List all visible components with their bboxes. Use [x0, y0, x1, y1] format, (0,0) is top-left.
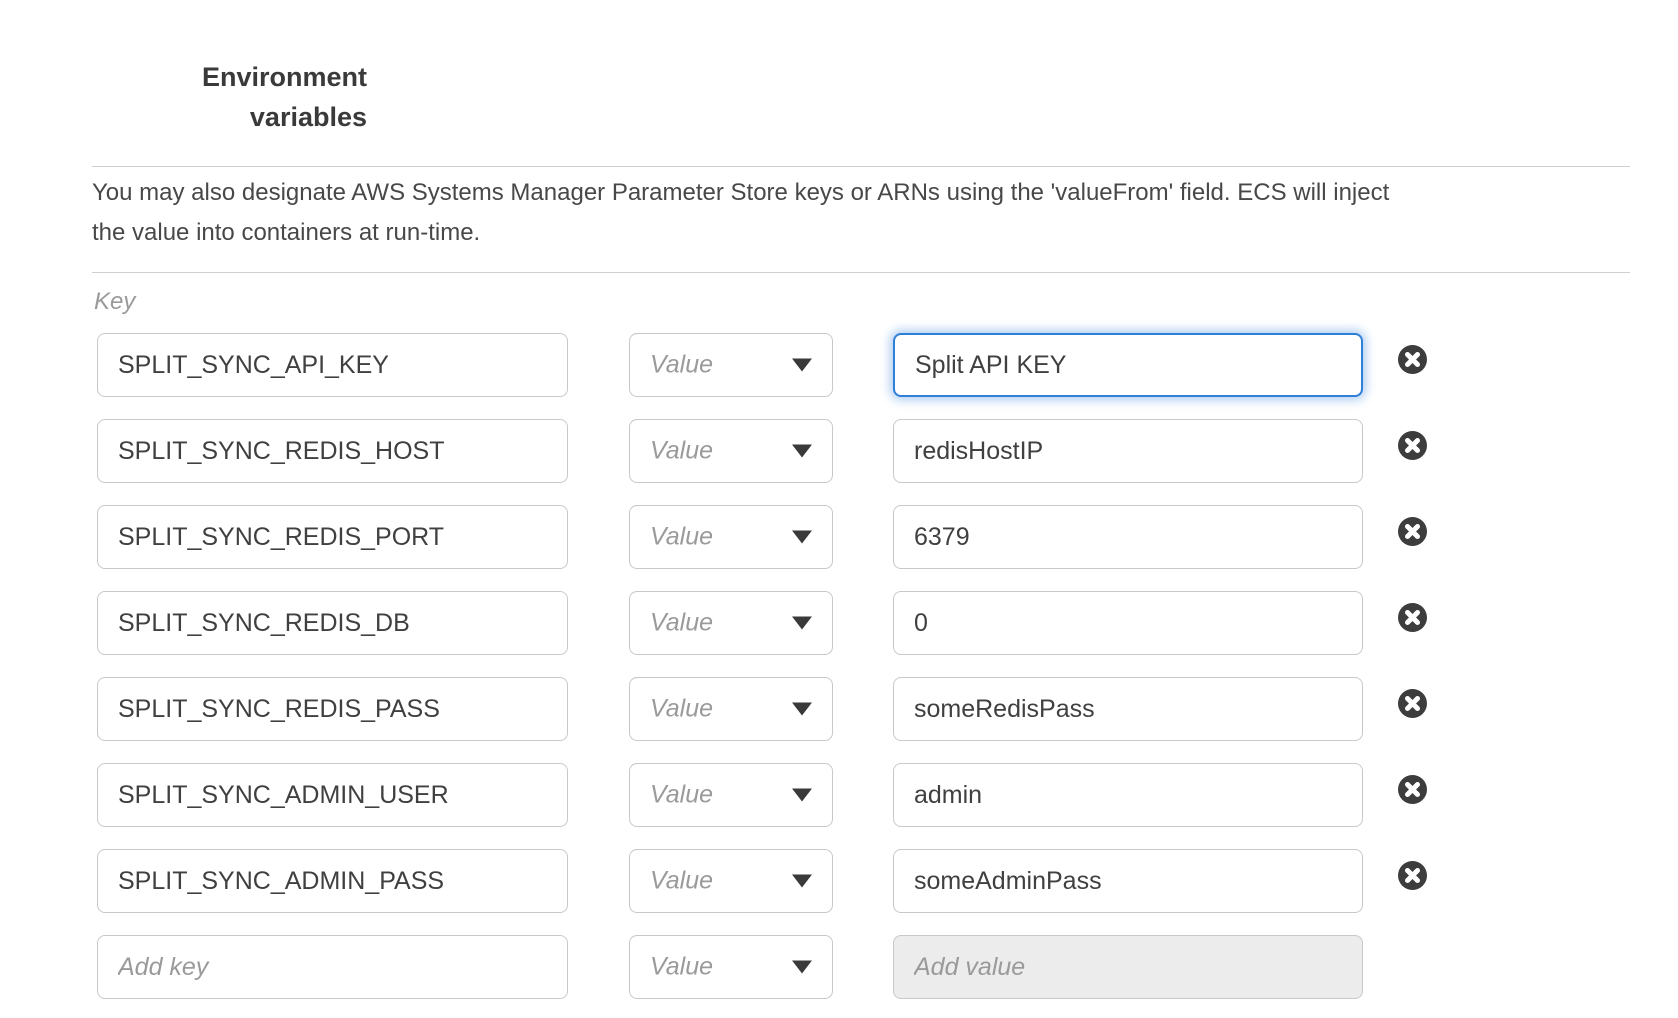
- env-var-row: Value: [97, 591, 1577, 655]
- value-type-label: Value: [650, 351, 713, 380]
- env-var-row: Value: [97, 849, 1577, 913]
- remove-icon: [1398, 689, 1427, 718]
- env-key-input[interactable]: [97, 333, 568, 397]
- value-type-select[interactable]: Value: [629, 935, 833, 999]
- add-value-input: [893, 935, 1363, 999]
- value-type-label: Value: [650, 523, 713, 552]
- value-type-select[interactable]: Value: [629, 419, 833, 483]
- value-type-label: Value: [650, 781, 713, 810]
- value-type-label: Value: [650, 437, 713, 466]
- env-var-row: Value: [97, 419, 1577, 483]
- remove-row-button[interactable]: [1398, 775, 1427, 804]
- remove-icon: [1398, 775, 1427, 804]
- env-value-input[interactable]: [893, 419, 1363, 483]
- environment-variables-section: Environment variables You may also desig…: [0, 0, 1678, 1018]
- divider: [92, 272, 1630, 273]
- env-var-row: Value: [97, 505, 1577, 569]
- value-type-select[interactable]: Value: [629, 849, 833, 913]
- value-type-label: Value: [650, 867, 713, 896]
- value-type-label: Value: [650, 609, 713, 638]
- chevron-down-icon: [792, 359, 812, 372]
- value-type-select[interactable]: Value: [629, 333, 833, 397]
- remove-row-button[interactable]: [1398, 431, 1427, 460]
- env-value-input[interactable]: [893, 333, 1363, 397]
- key-column-header: Key: [94, 288, 135, 316]
- value-type-label: Value: [650, 695, 713, 724]
- env-value-input[interactable]: [893, 677, 1363, 741]
- section-description: You may also designate AWS Systems Manag…: [92, 173, 1562, 253]
- chevron-down-icon: [792, 445, 812, 458]
- chevron-down-icon: [792, 617, 812, 630]
- env-key-input[interactable]: [97, 419, 568, 483]
- chevron-down-icon: [792, 961, 812, 974]
- env-value-input[interactable]: [893, 591, 1363, 655]
- env-key-input[interactable]: [97, 591, 568, 655]
- remove-icon: [1398, 861, 1427, 890]
- value-type-label: Value: [650, 953, 713, 982]
- remove-row-button[interactable]: [1398, 861, 1427, 890]
- value-type-select[interactable]: Value: [629, 591, 833, 655]
- env-key-input[interactable]: [97, 677, 568, 741]
- env-var-add-row: Value: [97, 935, 1577, 999]
- chevron-down-icon: [792, 875, 812, 888]
- section-title: Environment variables: [157, 57, 367, 137]
- env-var-row: Value: [97, 333, 1577, 397]
- env-value-input[interactable]: [893, 849, 1363, 913]
- env-key-input[interactable]: [97, 763, 568, 827]
- remove-icon: [1398, 603, 1427, 632]
- env-value-input[interactable]: [893, 763, 1363, 827]
- env-key-input[interactable]: [97, 505, 568, 569]
- env-value-input[interactable]: [893, 505, 1363, 569]
- value-type-select[interactable]: Value: [629, 505, 833, 569]
- remove-icon: [1398, 431, 1427, 460]
- add-key-input[interactable]: [97, 935, 568, 999]
- description-line-1: You may also designate AWS Systems Manag…: [92, 173, 1562, 213]
- env-var-row: Value: [97, 763, 1577, 827]
- divider: [92, 166, 1630, 167]
- chevron-down-icon: [792, 703, 812, 716]
- description-line-2: the value into containers at run-time.: [92, 213, 1562, 253]
- remove-icon: [1398, 345, 1427, 374]
- remove-row-button[interactable]: [1398, 345, 1427, 374]
- chevron-down-icon: [792, 531, 812, 544]
- remove-icon: [1398, 517, 1427, 546]
- chevron-down-icon: [792, 789, 812, 802]
- env-key-input[interactable]: [97, 849, 568, 913]
- remove-row-button[interactable]: [1398, 517, 1427, 546]
- value-type-select[interactable]: Value: [629, 677, 833, 741]
- env-var-row: Value: [97, 677, 1577, 741]
- remove-row-button[interactable]: [1398, 603, 1427, 632]
- remove-row-button[interactable]: [1398, 689, 1427, 718]
- value-type-select[interactable]: Value: [629, 763, 833, 827]
